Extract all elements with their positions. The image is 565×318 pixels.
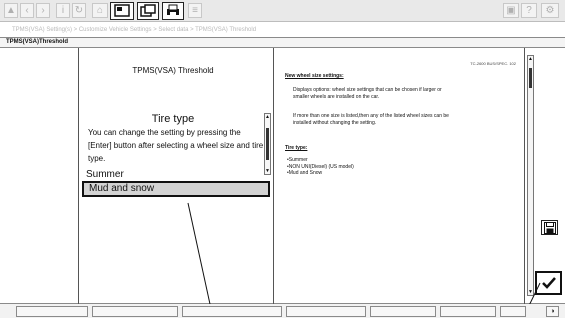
function-button[interactable]: [182, 306, 282, 317]
save-button[interactable]: [541, 220, 558, 235]
function-button[interactable]: [286, 306, 366, 317]
help-panel: TC-2600 BUS/SPEC. 102 New wheel size set…: [279, 48, 524, 304]
help-icon[interactable]: ◑: [546, 306, 559, 317]
bottom-bar: ◑: [0, 304, 565, 318]
toolbar: ▲ ‹ › i ↻ ⌂ ≡ ▣ ? ⚙: [0, 0, 565, 22]
refresh-icon[interactable]: ↻: [72, 3, 86, 18]
function-button[interactable]: [440, 306, 496, 317]
doc-code: TC-2600 BUS/SPEC. 102: [470, 61, 516, 66]
back-icon[interactable]: ‹: [20, 3, 34, 18]
divider: [273, 48, 274, 304]
option-mud-and-snow[interactable]: Mud and snow: [82, 181, 270, 197]
tire-type-heading: Tire type: [151, 113, 195, 125]
right-scrollbar[interactable]: ▲ ▼: [527, 55, 534, 296]
settings-icon[interactable]: ≡: [188, 3, 202, 18]
scroll-up-icon[interactable]: ▲: [528, 56, 533, 62]
gear-icon[interactable]: ⚙: [541, 3, 559, 18]
option-summer[interactable]: Summer: [86, 169, 124, 180]
split-screen-icon[interactable]: [137, 2, 159, 20]
breadcrumb: TPMS(VSA) Setting(s) > Customize Vehicle…: [12, 27, 257, 33]
function-button[interactable]: [92, 306, 178, 317]
print-icon[interactable]: [162, 2, 184, 20]
function-button[interactable]: [500, 306, 526, 317]
instruction-text: You can change the setting by pressing t…: [88, 128, 264, 163]
window-title: TPMS(VSA)Threshold: [6, 39, 69, 45]
floppy-disk-icon: [543, 222, 556, 234]
window-title-bar: TPMS(VSA)Threshold: [0, 37, 565, 48]
forward-icon[interactable]: ›: [36, 3, 50, 18]
checkmark-icon: [541, 277, 556, 289]
scroll-down-icon[interactable]: ▼: [265, 168, 270, 174]
bookmark-icon[interactable]: ▣: [503, 3, 519, 18]
list-item: Mud and Snow: [287, 170, 354, 177]
scroll-up-icon[interactable]: ▲: [265, 114, 270, 120]
help-paragraph: Displays options: wheel size settings th…: [293, 87, 442, 100]
info-icon[interactable]: i: [56, 3, 70, 18]
divider: [524, 48, 525, 304]
help-heading-wheel-size: New wheel size settings:: [285, 73, 344, 79]
scroll-thumb[interactable]: [266, 128, 269, 160]
function-button[interactable]: [370, 306, 436, 317]
selection-panel: TPMS(VSA) Threshold Tire type You can ch…: [78, 48, 273, 304]
home-icon[interactable]: ⌂: [92, 3, 108, 18]
function-button[interactable]: [16, 306, 88, 317]
help-heading-tire-type: Tire type:: [285, 145, 308, 151]
panel-title: TPMS(VSA) Threshold: [132, 66, 214, 75]
help-icon[interactable]: ?: [521, 3, 537, 18]
scroll-down-icon[interactable]: ▼: [528, 289, 533, 295]
screen-icon[interactable]: [110, 2, 134, 20]
logo-icon[interactable]: ▲: [4, 3, 18, 18]
tire-type-list: Summer NON UNI(Diesel) (US model) Mud an…: [287, 157, 354, 177]
scroll-thumb[interactable]: [529, 68, 532, 88]
left-scrollbar[interactable]: ▲ ▼: [264, 113, 271, 175]
confirm-button[interactable]: [535, 271, 562, 295]
help-paragraph: If more than one size is listed,then any…: [293, 113, 449, 126]
